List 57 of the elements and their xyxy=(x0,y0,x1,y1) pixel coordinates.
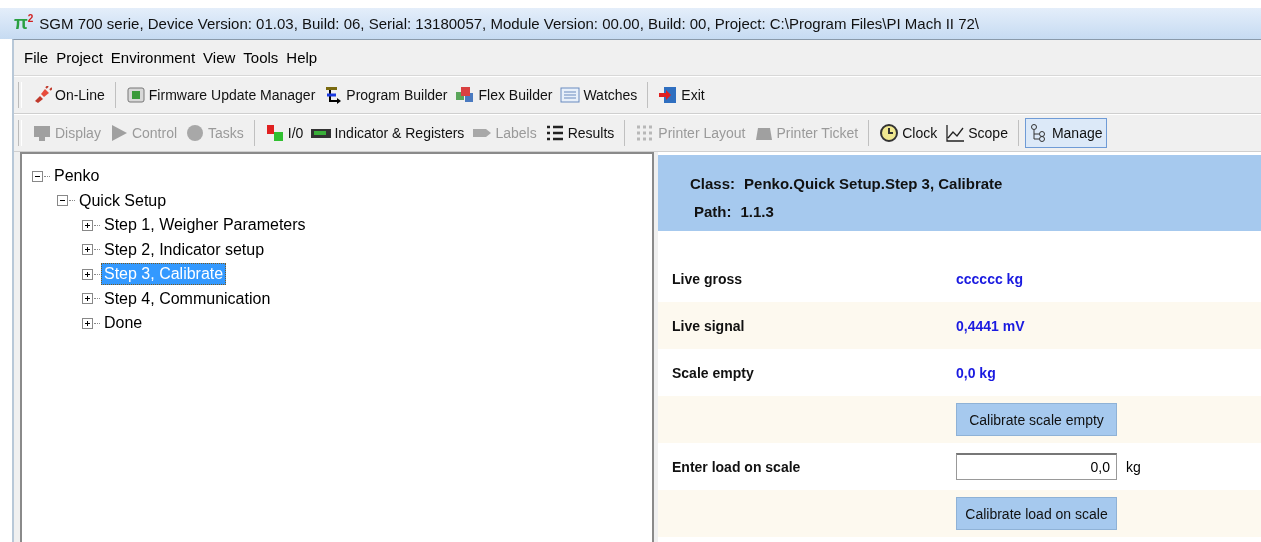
menu-item[interactable]: Tools xyxy=(239,46,283,69)
toolbar-button[interactable]: Scope xyxy=(941,118,1012,148)
field-value: cccccc kg xyxy=(956,270,1023,287)
toolbar-button[interactable]: Flex Builder xyxy=(451,80,557,110)
line-chart-icon xyxy=(945,124,966,142)
tree-item[interactable]: Step 4, Communication xyxy=(101,287,274,310)
expand-icon[interactable] xyxy=(82,317,93,329)
toolbar-button[interactable]: Firmware Update Manager xyxy=(121,80,320,110)
menu-item[interactable]: File xyxy=(20,46,53,69)
collapse-icon[interactable] xyxy=(32,170,43,182)
expand-icon[interactable] xyxy=(82,219,93,231)
field-label: Live gross xyxy=(672,270,743,287)
menu-item[interactable]: Project xyxy=(52,46,107,69)
load-input-field[interactable]: 0,0 xyxy=(956,453,1117,480)
toolbar-button[interactable]: Exit xyxy=(654,80,709,110)
field-label: Enter load on scale xyxy=(672,458,801,475)
clock-icon xyxy=(879,124,900,142)
menu-item[interactable]: Help xyxy=(282,46,322,69)
menu-item[interactable]: View xyxy=(199,46,240,69)
circuit-board-icon xyxy=(125,86,146,104)
toolbar-button[interactable]: I/0 xyxy=(260,118,308,148)
monitor-icon xyxy=(32,124,52,142)
unit-label: kg xyxy=(1126,458,1141,475)
tree-item[interactable]: Step 1, Weigher Parameters xyxy=(101,214,309,237)
field-label: Live signal xyxy=(672,317,745,334)
io-icon xyxy=(264,124,285,142)
tree-item[interactable]: Done xyxy=(101,312,146,335)
toolbar-button[interactable]: Watches xyxy=(556,80,642,110)
list-window-icon xyxy=(560,86,581,104)
tree-item[interactable]: Step 2, Indicator setup xyxy=(101,238,268,261)
menu-item[interactable]: Environment xyxy=(106,46,200,69)
class-value: Penko.Quick Setup.Step 3, Calibrate xyxy=(744,174,1003,192)
expand-icon[interactable] xyxy=(82,293,93,305)
path-value: 1.1.3 xyxy=(740,202,774,220)
cubes-icon xyxy=(455,86,476,104)
path-label: Path: xyxy=(694,202,732,220)
toolbar-button[interactable]: Clock xyxy=(875,118,942,148)
field-value: 0,0 kg xyxy=(956,364,996,381)
tree-item[interactable]: Penko xyxy=(51,165,103,188)
bullet-list-icon xyxy=(544,124,565,142)
expand-icon[interactable] xyxy=(82,244,93,256)
class-label: Class: xyxy=(690,174,736,192)
tree-item[interactable]: Quick Setup xyxy=(76,189,170,212)
toolbar-button[interactable]: Results xyxy=(540,118,619,148)
calibrate-button[interactable]: Calibrate load on scale xyxy=(956,497,1117,530)
toolbar-button[interactable]: Program Builder xyxy=(319,80,452,110)
collapse-icon[interactable] xyxy=(57,195,68,207)
toolbar-button[interactable]: On-Line xyxy=(28,80,109,110)
toolbar-button[interactable]: Indicator & Registers xyxy=(307,118,469,148)
expand-icon[interactable] xyxy=(82,268,93,280)
field-value: 0,4441 mV xyxy=(956,317,1025,334)
window-title: SGM 700 serie, Device Version: 01.03, Build: 06, Serial: 13180057, Module Version: 00.00, Build: 00, Project: C:\Program Files\PI Mach II 72\ xyxy=(39,15,979,32)
app-logo-icon: π$^{2}$ xyxy=(14,13,34,34)
exit-icon xyxy=(658,86,679,104)
calibrate-button[interactable]: Calibrate scale empty xyxy=(956,403,1117,436)
field-label: Scale empty xyxy=(672,364,754,381)
toolbar-button[interactable]: Manage xyxy=(1024,118,1107,148)
